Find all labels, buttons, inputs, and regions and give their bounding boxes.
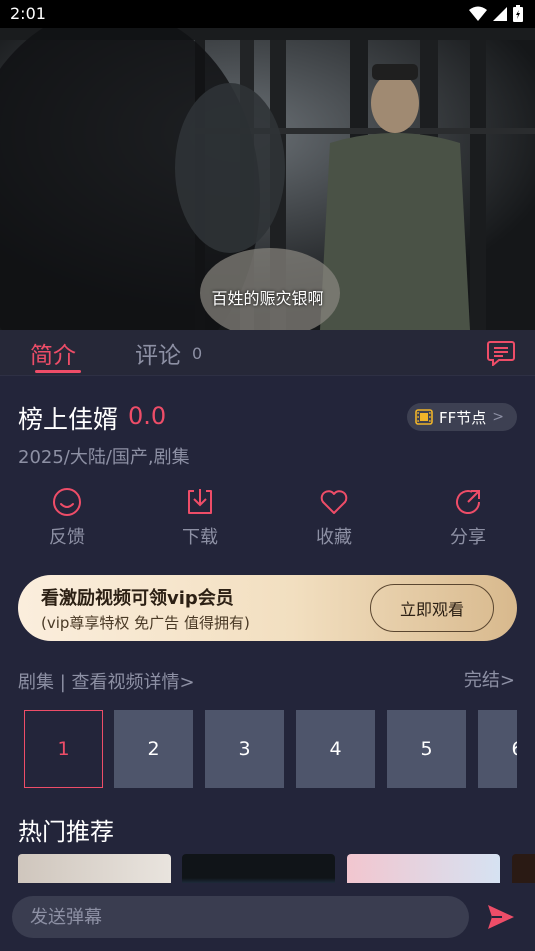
video-subtitle: 百姓的赈灾银啊 bbox=[211, 289, 324, 308]
vip-banner[interactable]: 看激励视频可领vip会员 (vip尊享特权 免广告 值得拥有) 立即观看 bbox=[18, 575, 517, 641]
hot-recommend-title: 热门推荐 bbox=[18, 818, 114, 846]
smile-icon bbox=[53, 488, 81, 516]
episode-item[interactable]: 6 bbox=[478, 710, 517, 788]
episode-item[interactable]: 5 bbox=[387, 710, 466, 788]
heart-icon bbox=[320, 490, 348, 514]
signal-icon bbox=[493, 6, 507, 21]
status-time: 2:01 bbox=[10, 4, 46, 23]
download-button[interactable]: 下载 bbox=[160, 487, 240, 549]
feedback-button[interactable]: 反馈 bbox=[27, 487, 107, 549]
show-title: 榜上佳婿 bbox=[18, 405, 119, 434]
recommend-list bbox=[18, 854, 535, 884]
action-row: 反馈 下载 收藏 分享 bbox=[0, 487, 535, 551]
tab-active-indicator bbox=[35, 370, 81, 373]
danmaku-input[interactable] bbox=[12, 896, 469, 938]
wifi-icon bbox=[469, 6, 487, 21]
tab-comments[interactable]: 评论 bbox=[135, 336, 181, 370]
status-bar: 2:01 bbox=[0, 0, 535, 28]
recommend-thumbnail[interactable] bbox=[18, 854, 171, 884]
tab-intro[interactable]: 简介 bbox=[30, 336, 76, 370]
show-meta: 2025/大陆/国产,剧集 bbox=[18, 447, 190, 468]
recommend-thumbnail[interactable] bbox=[182, 854, 335, 884]
chevron-right-icon: > bbox=[492, 409, 504, 425]
episode-details-link[interactable]: 剧集 | 查看视频详情> bbox=[18, 668, 195, 694]
episode-item[interactable]: 4 bbox=[296, 710, 375, 788]
video-player[interactable]: 百姓的赈灾银啊 bbox=[0, 28, 535, 330]
detail-tabs: 简介 评论 0 bbox=[0, 330, 535, 376]
watch-now-button[interactable]: 立即观看 bbox=[370, 584, 494, 632]
episode-item[interactable]: 3 bbox=[205, 710, 284, 788]
recommend-thumbnail[interactable] bbox=[512, 854, 535, 884]
download-label: 下载 bbox=[182, 527, 218, 548]
download-icon bbox=[188, 489, 212, 514]
vip-title: 看激励视频可领vip会员 bbox=[41, 588, 234, 609]
share-icon bbox=[456, 490, 481, 514]
share-label: 分享 bbox=[450, 527, 486, 548]
share-button[interactable]: 分享 bbox=[428, 487, 508, 549]
vip-subtitle: (vip尊享特权 免广告 值得拥有) bbox=[41, 614, 250, 632]
film-icon bbox=[415, 409, 433, 425]
feedback-label: 反馈 bbox=[49, 527, 85, 548]
battery-icon bbox=[513, 5, 523, 22]
episode-item[interactable]: 2 bbox=[114, 710, 193, 788]
episode-status-link[interactable]: 完结> bbox=[464, 666, 515, 692]
favorite-button[interactable]: 收藏 bbox=[294, 487, 374, 549]
node-label: FF节点 bbox=[439, 408, 487, 427]
node-selector[interactable]: FF节点 > bbox=[407, 403, 517, 431]
send-icon[interactable] bbox=[486, 903, 516, 931]
danmaku-bar bbox=[0, 883, 535, 951]
comments-count: 0 bbox=[192, 344, 203, 363]
recommend-thumbnail[interactable] bbox=[347, 854, 500, 884]
episode-item[interactable]: 1 bbox=[24, 710, 103, 788]
favorite-label: 收藏 bbox=[316, 527, 352, 548]
episode-list: 1 2 3 4 5 6 bbox=[24, 710, 517, 788]
status-icons bbox=[469, 5, 523, 22]
show-score: 0.0 bbox=[128, 402, 167, 430]
danmaku-list-icon[interactable] bbox=[487, 340, 515, 366]
